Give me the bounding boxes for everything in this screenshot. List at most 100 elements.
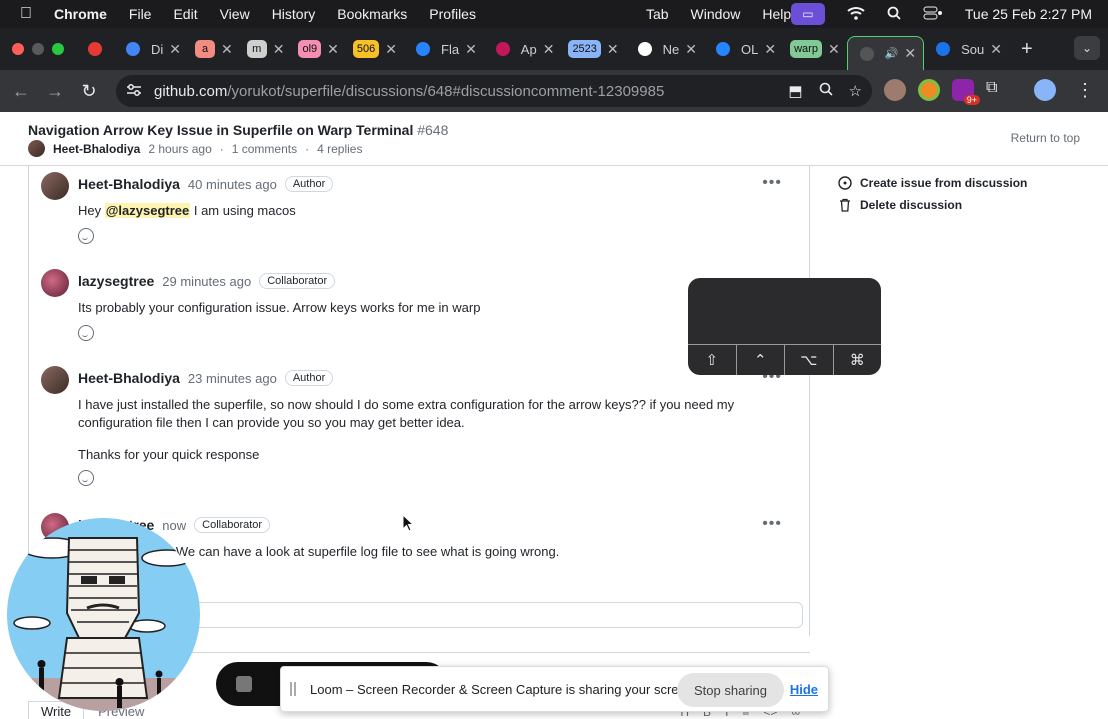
extensions-puzzle-icon[interactable]: ⧉: [986, 79, 1008, 101]
control-key-icon: ⌃: [737, 345, 785, 375]
browser-tab[interactable]: 🔊 ✕: [846, 36, 925, 70]
user-mention-link[interactable]: @lazysegtree: [104, 203, 191, 218]
browser-tab[interactable]: Ap ✕: [484, 34, 562, 64]
profile-avatar-icon[interactable]: [1034, 79, 1056, 101]
bookmark-star-icon[interactable]: ☆: [849, 82, 862, 100]
more-options-icon[interactable]: •••: [762, 174, 782, 192]
hide-sharing-bar-button[interactable]: Hide: [790, 682, 818, 697]
stop-sharing-button[interactable]: Stop sharing: [677, 673, 784, 707]
comment-author[interactable]: Heet-Bhalodiya: [78, 176, 180, 192]
menu-bar-datetime[interactable]: Tue 25 Feb 2:27 PM: [965, 6, 1092, 22]
close-tab-icon[interactable]: ✕: [327, 41, 339, 58]
modifier-keys: ⇧ ⌃ ⌥ ⌘: [688, 344, 881, 375]
menu-bookmarks[interactable]: Bookmarks: [337, 6, 407, 22]
screen-share-icon[interactable]: ▭: [790, 3, 825, 25]
close-tab-icon[interactable]: ✕: [273, 41, 285, 58]
browser-tab[interactable]: Sou ✕: [924, 34, 1009, 64]
create-issue-label: Create issue from discussion: [860, 176, 1028, 190]
confluence-icon: [411, 40, 435, 58]
reload-icon[interactable]: ↻: [72, 81, 106, 102]
new-tab-icon[interactable]: +: [1021, 38, 1033, 61]
comment-author[interactable]: lazysegtree: [78, 273, 154, 289]
speaker-icon[interactable]: 🔊: [885, 47, 899, 60]
browser-tab[interactable]: a ✕: [188, 34, 240, 64]
close-tab-icon[interactable]: ✕: [465, 41, 477, 58]
minimize-window-icon[interactable]: [32, 43, 44, 55]
chrome-icon: [121, 40, 145, 58]
menu-history[interactable]: History: [272, 6, 316, 22]
close-tab-icon[interactable]: ✕: [543, 41, 555, 58]
menu-file[interactable]: File: [129, 6, 152, 22]
menu-bar-status: ▭ Tue 25 Feb 2:27 PM: [790, 0, 1108, 28]
comment-time[interactable]: 29 minutes ago: [162, 274, 251, 289]
control-center-icon[interactable]: [923, 6, 943, 23]
browser-tab[interactable]: Di ✕: [114, 34, 188, 64]
menu-tab[interactable]: Tab: [646, 6, 669, 22]
browser-tab[interactable]: Ne ✕: [626, 34, 704, 64]
apple-icon[interactable]: : [20, 5, 42, 23]
comment-time[interactable]: 40 minutes ago: [188, 177, 277, 192]
loom-camera-bubble[interactable]: [7, 518, 200, 711]
close-tab-icon[interactable]: ✕: [607, 41, 619, 58]
trash-icon: [840, 198, 850, 212]
close-window-icon[interactable]: [12, 43, 24, 55]
delete-discussion-button[interactable]: Delete discussion: [838, 194, 1088, 216]
wifi-icon[interactable]: [847, 6, 865, 23]
close-tab-icon[interactable]: ✕: [385, 41, 397, 58]
browser-tab[interactable]: OL ✕: [704, 34, 783, 64]
menu-help[interactable]: Help: [762, 6, 791, 22]
forward-arrow-icon[interactable]: →: [38, 81, 72, 102]
drag-handle-icon[interactable]: [290, 682, 296, 696]
close-tab-icon[interactable]: ✕: [828, 41, 840, 58]
install-app-icon[interactable]: ⬒: [788, 82, 802, 100]
return-to-top-link[interactable]: Return to top: [1011, 131, 1080, 145]
author-avatar[interactable]: [28, 140, 45, 157]
extension-notifications-icon[interactable]: 9+: [952, 79, 980, 105]
browser-tab[interactable]: [76, 34, 114, 64]
browser-tab[interactable]: Fla ✕: [404, 34, 484, 64]
address-bar[interactable]: github.com/yorukot/superfile/discussions…: [116, 75, 872, 107]
comment-time[interactable]: 23 minutes ago: [188, 371, 277, 386]
extension-avatar-icon[interactable]: [884, 79, 906, 101]
comment-text: I am using macos: [190, 203, 296, 218]
recording-icon: [83, 40, 107, 58]
zoom-window-icon[interactable]: [52, 43, 64, 55]
address-url[interactable]: github.com/yorukot/superfile/discussions…: [154, 83, 664, 100]
create-issue-button[interactable]: Create issue from discussion: [838, 172, 1088, 194]
avatar[interactable]: [41, 366, 69, 394]
comment-time[interactable]: now: [162, 518, 186, 533]
chrome-menu-icon[interactable]: ⋮: [1076, 80, 1094, 101]
more-options-icon[interactable]: •••: [762, 515, 782, 533]
menu-app-chrome[interactable]: Chrome: [54, 6, 107, 22]
avatar[interactable]: [41, 269, 69, 297]
site-settings-icon[interactable]: [126, 83, 146, 100]
close-tab-icon[interactable]: ✕: [169, 41, 181, 58]
browser-tab[interactable]: 2523 ✕: [561, 34, 625, 64]
add-reaction-icon[interactable]: [78, 325, 94, 341]
browser-tab[interactable]: m ✕: [240, 34, 292, 64]
tab-search-icon[interactable]: ⌄: [1074, 36, 1100, 60]
ol9-icon: ol9: [298, 40, 322, 58]
discussion-author[interactable]: Heet-Bhalodiya: [53, 142, 140, 156]
close-tab-icon[interactable]: ✕: [904, 45, 916, 62]
close-tab-icon[interactable]: ✕: [685, 41, 697, 58]
avatar[interactable]: [41, 172, 69, 200]
comment-author[interactable]: Heet-Bhalodiya: [78, 370, 180, 386]
extension-circle-icon[interactable]: [918, 79, 940, 101]
spotlight-search-icon[interactable]: [887, 6, 901, 23]
add-reaction-icon[interactable]: [78, 228, 94, 244]
menu-profiles[interactable]: Profiles: [429, 6, 476, 22]
close-tab-icon[interactable]: ✕: [990, 41, 1002, 58]
browser-tab[interactable]: warp ✕: [783, 34, 847, 64]
close-tab-icon[interactable]: ✕: [221, 41, 233, 58]
menu-edit[interactable]: Edit: [173, 6, 197, 22]
menu-view[interactable]: View: [220, 6, 250, 22]
stop-recording-icon[interactable]: [236, 676, 252, 692]
menu-window[interactable]: Window: [691, 6, 741, 22]
browser-tab[interactable]: 506 ✕: [346, 34, 404, 64]
zoom-icon[interactable]: [819, 82, 833, 100]
back-arrow-icon[interactable]: ←: [4, 81, 38, 102]
add-reaction-icon[interactable]: [78, 470, 94, 486]
close-tab-icon[interactable]: ✕: [764, 41, 776, 58]
browser-tab[interactable]: ol9 ✕: [291, 34, 345, 64]
